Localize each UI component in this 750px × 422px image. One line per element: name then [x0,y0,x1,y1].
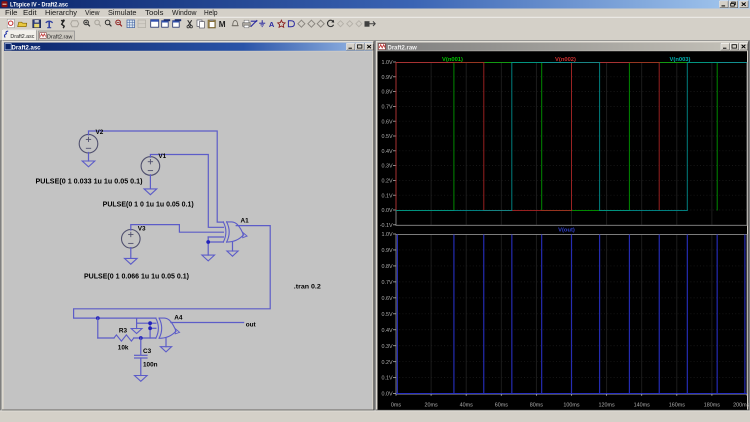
svg-text:V(n001): V(n001) [442,57,463,63]
svg-text:0.8V: 0.8V [382,90,393,96]
svg-text:0.6V: 0.6V [382,119,393,125]
svg-text:0.5V: 0.5V [382,312,393,318]
svg-text:40ms: 40ms [460,403,473,409]
svg-text:0.0V: 0.0V [382,208,393,214]
svg-text:80ms: 80ms [530,403,543,409]
svg-text:Window: Window [172,10,197,17]
svg-text:LTspice IV - Draft2.asc: LTspice IV - Draft2.asc [10,2,68,9]
svg-text:140ms: 140ms [634,403,650,409]
svg-text:V(n002): V(n002) [555,57,576,63]
svg-text:1.0V: 1.0V [382,232,393,238]
svg-text:0.3V: 0.3V [382,164,393,170]
svg-text:V(n003): V(n003) [670,57,691,63]
svg-text:V(out): V(out) [558,228,575,234]
svg-text:0.8V: 0.8V [382,264,393,270]
svg-text:A4: A4 [174,314,183,321]
svg-text:File: File [5,10,18,17]
svg-text:0.7V: 0.7V [382,280,393,286]
svg-text:0.9V: 0.9V [382,248,393,254]
svg-text:Draft2.raw: Draft2.raw [388,45,418,51]
svg-text:-0.1V: -0.1V [380,223,393,229]
svg-text:.tran 0.2: .tran 0.2 [294,284,321,291]
svg-text:PULSE(0 1 0.033 1u 1u 0.05 0.1: PULSE(0 1 0.033 1u 1u 0.05 0.1) [36,178,143,185]
svg-text:0.2V: 0.2V [382,179,393,185]
svg-text:Simulate: Simulate [108,10,137,17]
svg-text:0.5V: 0.5V [382,134,393,140]
svg-text:10k: 10k [118,345,129,352]
svg-text:A: A [269,20,275,29]
svg-text:0.3V: 0.3V [382,344,393,350]
svg-text:PULSE(0 1 0 1u 1u 0.05 0.1): PULSE(0 1 0 1u 1u 0.05 0.1) [103,202,194,209]
svg-text:0ms: 0ms [391,403,401,409]
svg-text:100n: 100n [143,362,158,369]
svg-text:20ms: 20ms [425,403,438,409]
svg-text:out: out [246,322,257,329]
svg-text:Draft2.asc: Draft2.asc [10,34,34,40]
svg-text:0.4V: 0.4V [382,328,393,334]
svg-text:A1: A1 [241,218,250,225]
svg-text:100ms: 100ms [563,403,579,409]
svg-text:M: M [219,20,226,29]
svg-text:V1: V1 [158,153,166,160]
svg-text:Draft2.raw: Draft2.raw [47,34,73,40]
svg-text:V2: V2 [96,129,104,136]
svg-text:Edit: Edit [23,10,37,17]
svg-text:160ms: 160ms [669,403,685,409]
svg-text:200ms: 200ms [733,403,749,409]
svg-text:V3: V3 [138,226,146,233]
svg-text:Help: Help [204,10,218,17]
svg-text:Draft2.asc: Draft2.asc [12,45,42,51]
svg-text:C3: C3 [143,348,152,355]
svg-text:180ms: 180ms [704,403,720,409]
svg-text:PULSE(0 1 0.066 1u 1u 0.05 0.1: PULSE(0 1 0.066 1u 1u 0.05 0.1) [84,273,189,280]
svg-text:0.7V: 0.7V [382,105,393,111]
svg-text:0.1V: 0.1V [382,193,393,199]
svg-text:0.4V: 0.4V [382,149,393,155]
svg-text:View: View [85,10,100,17]
svg-text:1.0V: 1.0V [382,60,393,66]
svg-text:R3: R3 [119,327,128,334]
svg-text:Hierarchy: Hierarchy [45,10,78,17]
svg-text:0.6V: 0.6V [382,296,393,302]
svg-text:0.9V: 0.9V [382,75,393,81]
svg-text:0.0V: 0.0V [382,392,393,398]
svg-text:0.2V: 0.2V [382,360,393,366]
svg-text:Tools: Tools [145,10,164,17]
svg-text:120ms: 120ms [599,403,615,409]
svg-text:0.1V: 0.1V [382,376,393,382]
svg-text:60ms: 60ms [495,403,508,409]
